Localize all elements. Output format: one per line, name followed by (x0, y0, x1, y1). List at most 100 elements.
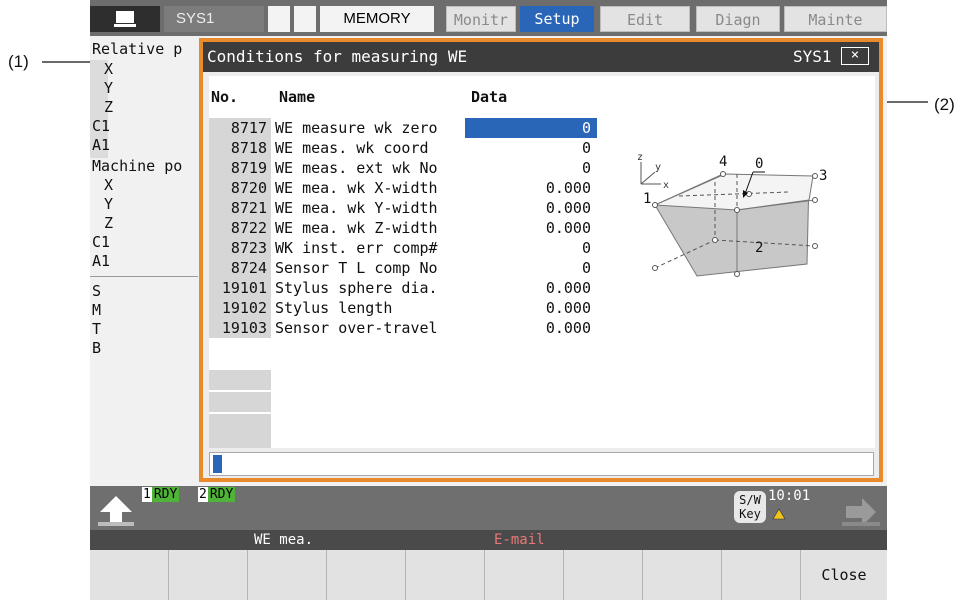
parameter-number: 8723 (209, 238, 271, 258)
next-arrow-icon[interactable] (840, 492, 882, 528)
parameter-value[interactable]: 0 (465, 158, 597, 178)
clock: 10:01 (768, 488, 811, 504)
parameter-number: 8719 (209, 158, 271, 178)
tab-mainte[interactable]: Mainte (784, 6, 887, 32)
relative-position-label: Relative p (92, 40, 183, 58)
axis-z: z (637, 152, 643, 163)
softkey-6[interactable] (485, 550, 564, 600)
dialog-title: Conditions for measuring WE (207, 47, 468, 66)
parameter-row[interactable]: 8720 WE mea. wk X-width 0.000 (209, 178, 609, 198)
code-label: S (92, 282, 102, 300)
parameter-row[interactable]: 19102 Stylus length 0.000 (209, 298, 609, 318)
softkey-9[interactable] (722, 550, 801, 600)
parameter-row[interactable]: 8719 WE meas. ext wk No 0 (209, 158, 609, 178)
sw-key-button[interactable]: S/W Key (734, 491, 766, 523)
softkey-3[interactable] (248, 550, 327, 600)
status-bar: 1 RDY 2 RDY S/W Key 10:01 (90, 486, 887, 530)
tab-setup[interactable]: Setup (520, 6, 594, 32)
column-header-name: Name (279, 88, 316, 106)
axis-label: C1 (92, 233, 111, 251)
parameter-name: Stylus length (275, 299, 393, 317)
code-label: T (92, 320, 102, 338)
parameter-name: WE meas. wk coord (275, 139, 429, 157)
menu-label-row: WE mea. E-mail (90, 530, 887, 550)
dialog-title-bar: Conditions for measuring WE SYS1 × (203, 42, 879, 72)
parameter-row[interactable]: 8724 Sensor T L comp No 0 (209, 258, 609, 278)
input-cursor (213, 455, 222, 473)
parameter-value[interactable]: 0.000 (465, 278, 597, 298)
softkey-5[interactable] (406, 550, 485, 600)
empty-row-cell (209, 414, 271, 434)
close-icon[interactable]: × (841, 47, 869, 65)
axis-y: y (655, 162, 661, 173)
parameter-row[interactable]: 19101 Stylus sphere dia. 0.000 (209, 278, 609, 298)
parameter-name: WE mea. wk Z-width (275, 219, 438, 237)
axis-label: X (104, 176, 114, 194)
parameter-value[interactable]: 0.000 (465, 218, 597, 238)
rdy-status-2: 2 RDY (198, 487, 236, 502)
screen-toggle-button[interactable] (90, 6, 160, 32)
parameter-number: 8717 (209, 118, 271, 138)
axis-label: Z (104, 98, 114, 116)
top-bar: SYS1 MEMORY Monitr Setup Edit Diagn Main… (90, 0, 887, 36)
column-header-no: No. (211, 88, 239, 106)
rdy-status-1: 1 RDY (142, 487, 180, 502)
softkey-2[interactable] (169, 550, 248, 600)
topbar-blank-1 (268, 6, 290, 32)
input-field[interactable] (209, 452, 874, 476)
softkey-4[interactable] (327, 550, 406, 600)
tab-edit[interactable]: Edit (600, 6, 690, 32)
tab-monitr[interactable]: Monitr (446, 6, 516, 32)
softkey-7[interactable] (564, 550, 643, 600)
axis-label: Y (104, 79, 114, 97)
corner-4: 4 (719, 154, 727, 170)
parameter-name: WE mea. wk Y-width (275, 199, 438, 217)
axis-label: X (104, 60, 114, 78)
back-arrow-icon[interactable] (96, 492, 136, 528)
parameter-row[interactable]: 8722 WE mea. wk Z-width 0.000 (209, 218, 609, 238)
parameter-number: 8724 (209, 258, 271, 278)
parameter-row[interactable]: 19103 Sensor over-travel 0.000 (209, 318, 609, 338)
parameter-number: 8720 (209, 178, 271, 198)
mode-indicator: MEMORY (320, 6, 434, 32)
parameter-row[interactable]: 8723 WK inst. err comp# 0 (209, 238, 609, 258)
empty-row-cell (209, 434, 271, 448)
parameter-number: 19103 (209, 318, 271, 338)
machine-position-label: Machine po (92, 157, 183, 175)
parameter-name: Stylus sphere dia. (275, 279, 438, 297)
parameter-value[interactable]: 0.000 (465, 298, 597, 318)
code-label: B (92, 339, 102, 357)
parameter-row[interactable]: 8717 WE measure wk zero 0 (209, 118, 609, 138)
corner-3: 3 (819, 168, 827, 184)
parameter-value[interactable]: 0 (465, 258, 597, 278)
softkey-1[interactable] (90, 550, 169, 600)
parameter-name: WK inst. err comp# (275, 239, 438, 257)
axis-label: A1 (92, 136, 111, 154)
parameter-value[interactable]: 0.000 (465, 178, 597, 198)
corner-1: 1 (643, 191, 651, 207)
parameter-row[interactable]: 8718 WE meas. wk coord 0 (209, 138, 609, 158)
tab-diagn[interactable]: Diagn (696, 6, 780, 32)
softkey-bar: Close (90, 550, 887, 600)
axis-label: Y (104, 195, 114, 213)
parameter-name: Sensor over-travel (275, 319, 438, 337)
parameter-number: 8718 (209, 138, 271, 158)
softkey-8[interactable] (643, 550, 722, 600)
column-header-data: Data (471, 88, 508, 106)
dialog-system: SYS1 (793, 47, 832, 66)
parameter-value[interactable]: 0 (465, 238, 597, 258)
parameter-number: 8722 (209, 218, 271, 238)
parameter-number: 19102 (209, 298, 271, 318)
parameter-number: 19101 (209, 278, 271, 298)
corner-2: 2 (755, 240, 763, 256)
parameter-value[interactable]: 0 (465, 138, 597, 158)
empty-row-cell (209, 370, 271, 390)
axis-x: x (663, 180, 669, 191)
close-button[interactable]: Close (801, 550, 887, 600)
parameter-row[interactable]: 8721 WE mea. wk Y-width 0.000 (209, 198, 609, 218)
parameter-value[interactable]: 0.000 (465, 198, 597, 218)
parameter-value[interactable]: 0 (465, 118, 597, 138)
empty-row-cell (209, 392, 271, 412)
parameter-value[interactable]: 0.000 (465, 318, 597, 338)
conditions-dialog: Conditions for measuring WE SYS1 × No. N… (199, 38, 883, 482)
